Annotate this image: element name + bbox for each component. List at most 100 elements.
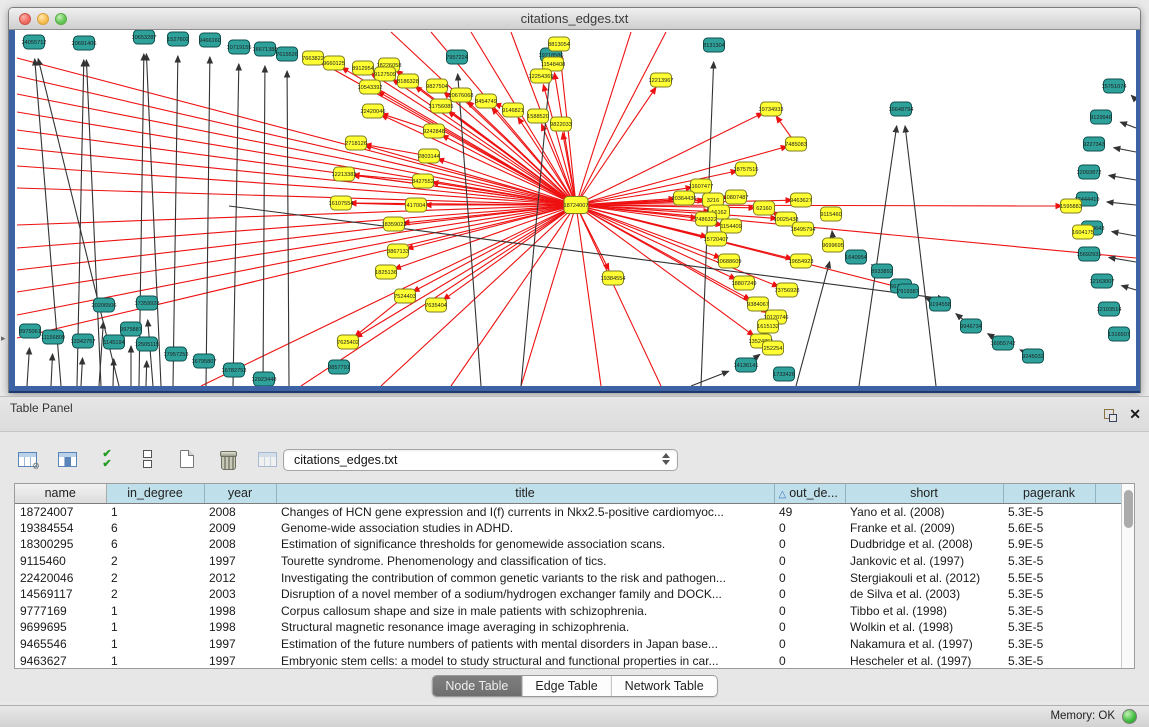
table-row[interactable]: 1456911722003Disruption of a novel membe… [15,586,1122,603]
network-node[interactable]: 10543392 [358,80,383,94]
network-node[interactable]: 19384554 [601,271,626,285]
zoom-window-button[interactable] [55,13,67,25]
network-node[interactable]: 18495794 [791,222,816,236]
network-node[interactable]: 18807249 [732,276,757,290]
column-header-in_degree[interactable]: in_degree [106,484,204,503]
column-header-pagerank[interactable]: pagerank [1003,484,1095,503]
network-node[interactable]: 1640954 [845,250,867,264]
network-node[interactable]: 12254369 [529,69,554,83]
network-node[interactable]: 18359022 [382,217,407,231]
network-node[interactable]: 12093872 [1077,165,1102,179]
network-node[interactable]: 9127509 [374,67,396,81]
network-node[interactable]: 8427552 [412,174,434,188]
network-node[interactable]: 417004 [406,198,427,212]
network-node[interactable]: 7957224 [446,50,468,64]
network-node[interactable]: 12103514 [1097,302,1122,316]
new-table-icon[interactable] [174,447,200,471]
close-panel-icon[interactable]: ✕ [1129,406,1141,423]
network-node[interactable]: 9194558 [929,297,951,311]
network-node[interactable]: 12163007 [1090,274,1115,288]
network-node[interactable]: 31756085 [429,99,454,113]
network-node[interactable]: 9466160 [199,33,221,47]
network-node[interactable]: 12213383 [332,167,357,181]
network-node[interactable]: 8131304 [703,38,725,52]
column-header-title[interactable]: title [276,484,774,503]
network-node[interactable]: 19734933 [759,102,784,116]
network-node[interactable]: 1316507 [1108,327,1130,341]
network-node[interactable]: 1604175 [1072,225,1094,239]
table-row[interactable]: 946554611997Estimation of the future num… [15,636,1122,653]
network-node[interactable]: 22420046 [361,104,386,118]
network-node[interactable]: 9146821 [502,103,524,117]
network-node[interactable]: 9827504 [426,79,448,93]
network-node[interactable]: 9384067 [747,297,769,311]
column-header-short[interactable]: short [845,484,1003,503]
network-node[interactable]: 3867133 [387,244,409,258]
network-node[interactable]: 9115460 [820,207,841,221]
table-row[interactable]: 946362711997Embryonic stem cells: a mode… [15,652,1122,669]
table-row[interactable]: 2242004622012Investigating the contribut… [15,569,1122,586]
network-node[interactable]: 17957253 [164,347,189,361]
network-node[interactable]: 9129946 [1090,110,1112,124]
table-row[interactable]: 1872400712008Changes of HCN gene express… [15,503,1122,520]
select-columns-icon[interactable]: ✔✔ [94,447,120,471]
network-node[interactable]: 8186328 [397,74,419,88]
network-node[interactable]: 10719155 [227,40,252,54]
network-node[interactable]: 9227343 [1083,137,1105,151]
network-node[interactable]: 7663822 [302,51,324,65]
network-node[interactable]: 2803144 [418,149,440,163]
table-row[interactable]: 1830029562008Estimation of significance … [15,536,1122,553]
network-node[interactable]: 13342757 [71,334,96,348]
network-node[interactable]: 16107554 [329,196,354,210]
table-row[interactable]: 911546021997Tourette syndrome. Phenomeno… [15,553,1122,570]
network-node[interactable]: 8975061 [19,324,41,338]
network-node[interactable]: 15751074 [1102,79,1127,93]
splitter-collapse-icon[interactable]: ▸ [1,333,6,344]
row-height-icon[interactable] [134,447,160,471]
network-node[interactable]: 8454749 [475,94,497,108]
network-node[interactable]: 16782753 [222,363,247,377]
network-node[interactable]: 1733426 [773,367,795,381]
table-settings-icon[interactable]: ⚙ [14,447,40,471]
network-node[interactable]: 9699695 [822,238,844,252]
float-panel-icon[interactable] [1104,409,1117,422]
network-node[interactable]: 16955742 [991,336,1016,350]
network-node[interactable]: 1145194 [103,335,124,349]
network-node[interactable]: 20364436 [672,191,697,205]
network-table-select[interactable]: citations_edges.txt [283,449,678,471]
table-row[interactable]: 977716911998Corpus callosum shape and si… [15,603,1122,620]
network-node[interactable]: 9245032 [1022,349,1044,363]
close-window-button[interactable] [19,13,31,25]
network-node[interactable]: 18724007 [564,197,589,214]
network-node[interactable]: 7615526 [276,47,298,61]
network-node[interactable]: 11156809 [41,330,65,344]
column-header-name[interactable]: name [15,484,106,503]
network-node[interactable]: 7524403 [394,289,416,303]
network-node[interactable]: 14136141 [734,358,759,372]
network-node[interactable]: 8933892 [871,264,893,278]
network-node[interactable]: 16795807 [192,354,217,368]
network-node[interactable]: 10653287 [132,30,157,44]
network-node[interactable]: 8912954 [352,61,374,75]
network-node[interactable]: 1615132 [757,319,779,333]
network-window-titlebar[interactable]: citations_edges.txt [9,8,1140,30]
network-node[interactable]: 18757515 [734,162,759,176]
modify-columns-icon[interactable] [54,447,80,471]
network-node[interactable]: 12923448 [252,372,277,386]
network-node[interactable]: 11607477 [689,179,713,193]
tab-node-table[interactable]: Node Table [432,676,522,696]
network-node[interactable]: 252254 [763,341,784,355]
network-node[interactable]: 9242848 [423,124,445,138]
network-node[interactable]: 1588520 [527,109,549,123]
table-row[interactable]: 1938455462009Genome-wide association stu… [15,520,1122,537]
network-node[interactable]: 10688609 [717,254,742,268]
network-node[interactable]: 19654923 [789,254,814,268]
table-scrollbar-thumb[interactable] [1124,490,1133,528]
network-node[interactable]: 73756928 [775,283,800,297]
network-node[interactable]: 62160 [754,201,775,215]
delete-table-icon[interactable] [214,447,240,471]
network-node[interactable]: 20206506 [92,298,117,312]
network-node[interactable]: 2718126 [345,136,367,150]
table-row[interactable]: 969969511998Structural magnetic resonanc… [15,619,1122,636]
network-node[interactable]: 9975887 [120,322,142,336]
